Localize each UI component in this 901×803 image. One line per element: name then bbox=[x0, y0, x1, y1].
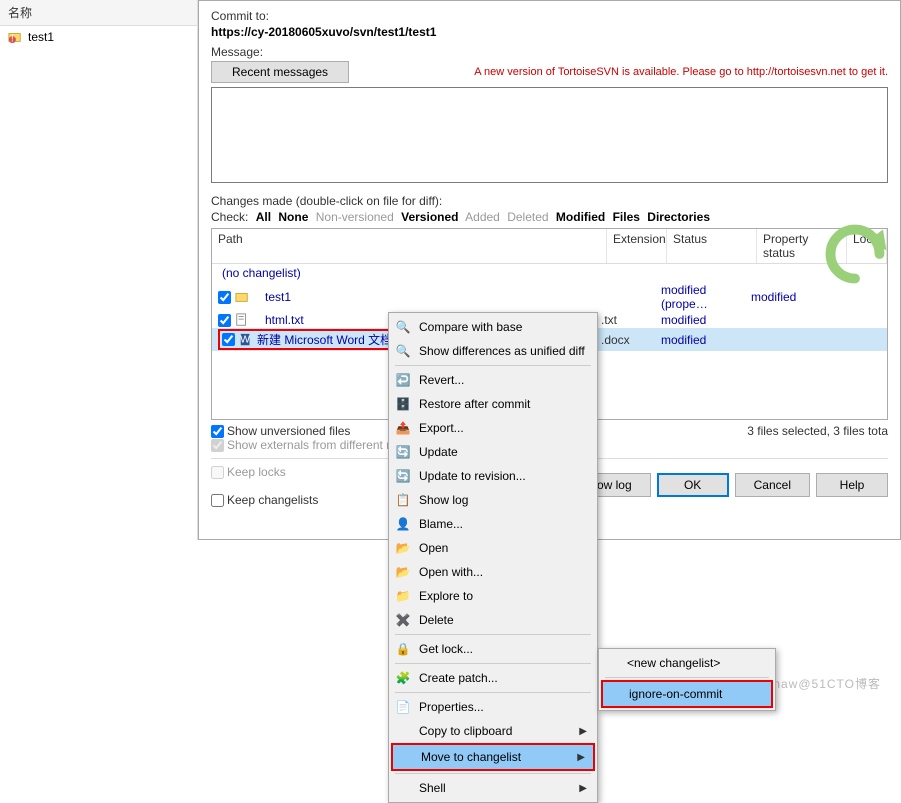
open-icon: 📂 bbox=[395, 540, 411, 556]
sidebar-item-label: test1 bbox=[28, 30, 54, 44]
submenu-new-changelist[interactable]: <new changelist> bbox=[601, 651, 773, 675]
revert-icon: ↩️ bbox=[395, 372, 411, 388]
export-icon: 📤 bbox=[395, 420, 411, 436]
folder-icon bbox=[235, 290, 249, 304]
table-row[interactable]: test1 modified (prope… modified bbox=[212, 282, 887, 312]
check-directories[interactable]: Directories bbox=[647, 210, 710, 224]
menu-shell[interactable]: Shell▶ bbox=[391, 776, 595, 800]
column-path[interactable]: Path bbox=[212, 229, 607, 263]
file-ext: .txt bbox=[601, 313, 661, 327]
blame-icon: 👤 bbox=[395, 516, 411, 532]
properties-icon: 📄 bbox=[395, 699, 411, 715]
keep-changelists-checkbox[interactable]: Keep changelists bbox=[211, 493, 318, 507]
check-nonversioned[interactable]: Non-versioned bbox=[316, 210, 394, 224]
refresh-arrow-icon bbox=[820, 219, 890, 289]
check-none[interactable]: None bbox=[278, 210, 308, 224]
commit-message-input[interactable] bbox=[211, 87, 888, 183]
update-warning: A new version of TortoiseSVN is availabl… bbox=[474, 66, 888, 78]
menu-delete[interactable]: ✖️Delete bbox=[391, 608, 595, 632]
files-selected-label: 3 files selected, 3 files tota bbox=[747, 424, 888, 438]
keep-locks-checkbox: Keep locks bbox=[211, 465, 318, 479]
menu-revert[interactable]: ↩️Revert... bbox=[391, 368, 595, 392]
menu-update[interactable]: 🔄Update bbox=[391, 440, 595, 464]
menu-get-lock[interactable]: 🔒Get lock... bbox=[391, 637, 595, 661]
menu-explore-to[interactable]: 📁Explore to bbox=[391, 584, 595, 608]
context-menu: 🔍Compare with base 🔍Show differences as … bbox=[388, 312, 598, 803]
menu-open-with[interactable]: 📂Open with... bbox=[391, 560, 595, 584]
left-sidebar: 名称 ! test1 bbox=[0, 0, 198, 540]
submenu-arrow-icon: ▶ bbox=[579, 783, 587, 794]
check-deleted[interactable]: Deleted bbox=[507, 210, 548, 224]
menu-export[interactable]: 📤Export... bbox=[391, 416, 595, 440]
lock-icon: 🔒 bbox=[395, 641, 411, 657]
svg-text:!: ! bbox=[11, 32, 14, 44]
watermark: sinaw@51CTO博客 bbox=[763, 675, 881, 692]
file-status: modified (prope… bbox=[661, 283, 751, 311]
file-status: modified bbox=[661, 333, 751, 347]
menu-restore[interactable]: 🗄️Restore after commit bbox=[391, 392, 595, 416]
file-checkbox[interactable] bbox=[218, 291, 231, 304]
help-button[interactable]: Help bbox=[816, 473, 888, 497]
text-file-icon bbox=[235, 313, 249, 327]
cancel-button[interactable]: Cancel bbox=[735, 473, 810, 497]
sidebar-header: 名称 bbox=[0, 0, 197, 26]
commit-to-label: Commit to: bbox=[211, 9, 888, 23]
ok-button[interactable]: OK bbox=[657, 473, 729, 497]
menu-compare-with-base[interactable]: 🔍Compare with base bbox=[391, 315, 595, 339]
menu-blame[interactable]: 👤Blame... bbox=[391, 512, 595, 536]
menu-open[interactable]: 📂Open bbox=[391, 536, 595, 560]
check-versioned[interactable]: Versioned bbox=[401, 210, 458, 224]
show-externals-checkbox: Show externals from different re bbox=[211, 438, 397, 452]
table-header-row: Path Extension Status Property status Lo… bbox=[212, 229, 887, 264]
menu-show-log[interactable]: 📋Show log bbox=[391, 488, 595, 512]
changes-made-label: Changes made (double-click on file for d… bbox=[211, 194, 888, 208]
sidebar-item-test1[interactable]: ! test1 bbox=[0, 26, 197, 48]
file-name: test1 bbox=[253, 290, 601, 304]
no-changelist-label: (no changelist) bbox=[212, 264, 887, 282]
menu-show-diff[interactable]: 🔍Show differences as unified diff bbox=[391, 339, 595, 363]
modified-folder-icon: ! bbox=[8, 30, 22, 44]
menu-properties[interactable]: 📄Properties... bbox=[391, 695, 595, 719]
diff-icon: 🔍 bbox=[395, 343, 411, 359]
check-all[interactable]: All bbox=[256, 210, 271, 224]
column-extension[interactable]: Extension bbox=[607, 229, 667, 263]
file-status: modified bbox=[661, 313, 751, 327]
changelist-submenu: <new changelist> ignore-on-commit bbox=[598, 648, 776, 711]
menu-create-patch[interactable]: 🧩Create patch... bbox=[391, 666, 595, 690]
recent-messages-button[interactable]: Recent messages bbox=[211, 61, 349, 83]
file-checkbox[interactable] bbox=[222, 333, 235, 346]
menu-move-to-changelist[interactable]: Move to changelist▶ bbox=[391, 743, 595, 771]
word-file-icon: W bbox=[239, 333, 253, 347]
compare-icon: 🔍 bbox=[395, 319, 411, 335]
check-modified[interactable]: Modified bbox=[556, 210, 605, 224]
file-checkbox[interactable] bbox=[218, 314, 231, 327]
check-files[interactable]: Files bbox=[613, 210, 640, 224]
log-icon: 📋 bbox=[395, 492, 411, 508]
menu-copy-clipboard[interactable]: Copy to clipboard▶ bbox=[391, 719, 595, 743]
file-ext: .docx bbox=[601, 333, 661, 347]
column-status[interactable]: Status bbox=[667, 229, 757, 263]
menu-update-revision[interactable]: 🔄Update to revision... bbox=[391, 464, 595, 488]
open-with-icon: 📂 bbox=[395, 564, 411, 580]
file-prop: modified bbox=[751, 290, 841, 304]
patch-icon: 🧩 bbox=[395, 670, 411, 686]
update-rev-icon: 🔄 bbox=[395, 468, 411, 484]
show-unversioned-checkbox[interactable]: Show unversioned files bbox=[211, 424, 350, 438]
submenu-arrow-icon: ▶ bbox=[579, 726, 587, 737]
check-added[interactable]: Added bbox=[465, 210, 500, 224]
check-filter-row: Check: All None Non-versioned Versioned … bbox=[211, 210, 888, 224]
explore-icon: 📁 bbox=[395, 588, 411, 604]
update-icon: 🔄 bbox=[395, 444, 411, 460]
sidebar-header-label: 名称 bbox=[8, 6, 32, 20]
submenu-arrow-icon: ▶ bbox=[577, 752, 585, 763]
message-label: Message: bbox=[211, 45, 888, 59]
svg-text:W: W bbox=[240, 333, 250, 345]
restore-icon: 🗄️ bbox=[395, 396, 411, 412]
commit-url: https://cy-20180605xuvo/svn/test1/test1 bbox=[211, 25, 888, 39]
delete-icon: ✖️ bbox=[395, 612, 411, 628]
